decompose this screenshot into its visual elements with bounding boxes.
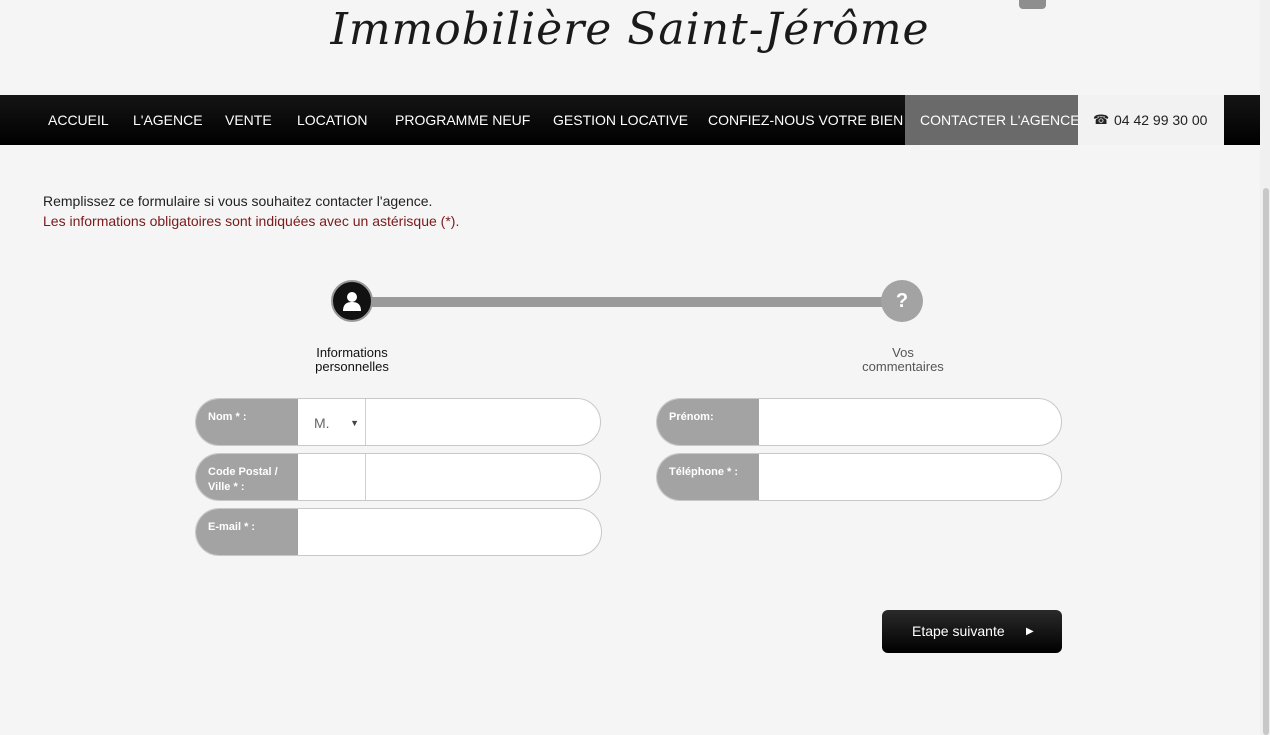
main-nav: ACCUEIL L'AGENCE VENTE LOCATION PROGRAMM…	[0, 95, 1260, 145]
caret-right-icon: ▶	[1026, 626, 1034, 637]
nav-agence[interactable]: L'AGENCE	[133, 95, 203, 145]
telephone-field: Téléphone * :	[656, 453, 1062, 501]
step-2-label-line: commentaires	[862, 359, 944, 374]
next-step-button[interactable]: Etape suivante ▶	[882, 610, 1062, 653]
nav-confiez-nous[interactable]: CONFIEZ-NOUS VOTRE BIEN	[708, 95, 903, 145]
step-1-circle[interactable]	[331, 280, 373, 322]
next-step-label: Etape suivante	[912, 623, 1005, 639]
nom-field: Nom * : M. ▼	[195, 398, 601, 446]
step-1-label-line: personnelles	[315, 359, 389, 374]
step-1-label: Informations personnelles	[282, 346, 422, 374]
email-field: E-mail * :	[195, 508, 602, 556]
nav-accueil[interactable]: ACCUEIL	[48, 95, 109, 145]
code-postal-input[interactable]	[298, 454, 365, 500]
required-note: Les informations obligatoires sont indiq…	[43, 213, 460, 229]
prenom-input[interactable]	[759, 399, 1061, 445]
prenom-field: Prénom:	[656, 398, 1062, 446]
step-1-label-line: Informations	[316, 345, 388, 360]
step-2-label-line: Vos	[892, 345, 914, 360]
phone-icon: ☎	[1093, 112, 1110, 127]
ville-input[interactable]	[366, 454, 600, 500]
nav-phone[interactable]: ☎ 04 42 99 30 00	[1078, 95, 1224, 145]
civilite-select[interactable]: M. ▼	[298, 399, 365, 445]
civilite-value: M.	[314, 415, 330, 431]
email-label: E-mail * :	[196, 509, 298, 555]
intro-text: Remplissez ce formulaire si vous souhait…	[43, 191, 459, 231]
intro-line: Remplissez ce formulaire si vous souhait…	[43, 193, 433, 209]
nom-label: Nom * :	[196, 399, 298, 445]
nav-programme-neuf[interactable]: PROGRAMME NEUF	[395, 95, 530, 145]
ville-label-line: Ville * :	[208, 481, 245, 493]
cp-label-line: Code Postal /	[208, 466, 278, 478]
site-logo[interactable]: Immobilière Saint-Jérôme	[0, 4, 1260, 55]
step-2-circle[interactable]: ?	[881, 280, 923, 322]
user-icon	[343, 292, 361, 311]
scrollbar-thumb[interactable]	[1263, 188, 1269, 735]
question-icon: ?	[895, 289, 909, 312]
telephone-label: Téléphone * :	[657, 454, 759, 500]
cp-ville-field: Code Postal / Ville * :	[195, 453, 601, 501]
phone-number: 04 42 99 30 00	[1114, 112, 1208, 128]
prenom-label: Prénom:	[657, 399, 759, 445]
cp-ville-label: Code Postal / Ville * :	[196, 454, 298, 500]
step-2-label: Vos commentaires	[833, 346, 973, 374]
step-progress-line	[353, 297, 903, 307]
nav-vente[interactable]: VENTE	[225, 95, 272, 145]
email-input[interactable]	[298, 509, 601, 555]
nom-input[interactable]	[366, 399, 600, 445]
nav-contacter-agence[interactable]: CONTACTER L'AGENCE	[905, 95, 1080, 145]
dropdown-arrow-icon: ▼	[350, 418, 359, 428]
nav-gestion-locative[interactable]: GESTION LOCATIVE	[553, 95, 688, 145]
telephone-input[interactable]	[759, 454, 1061, 500]
nav-location[interactable]: LOCATION	[297, 95, 368, 145]
